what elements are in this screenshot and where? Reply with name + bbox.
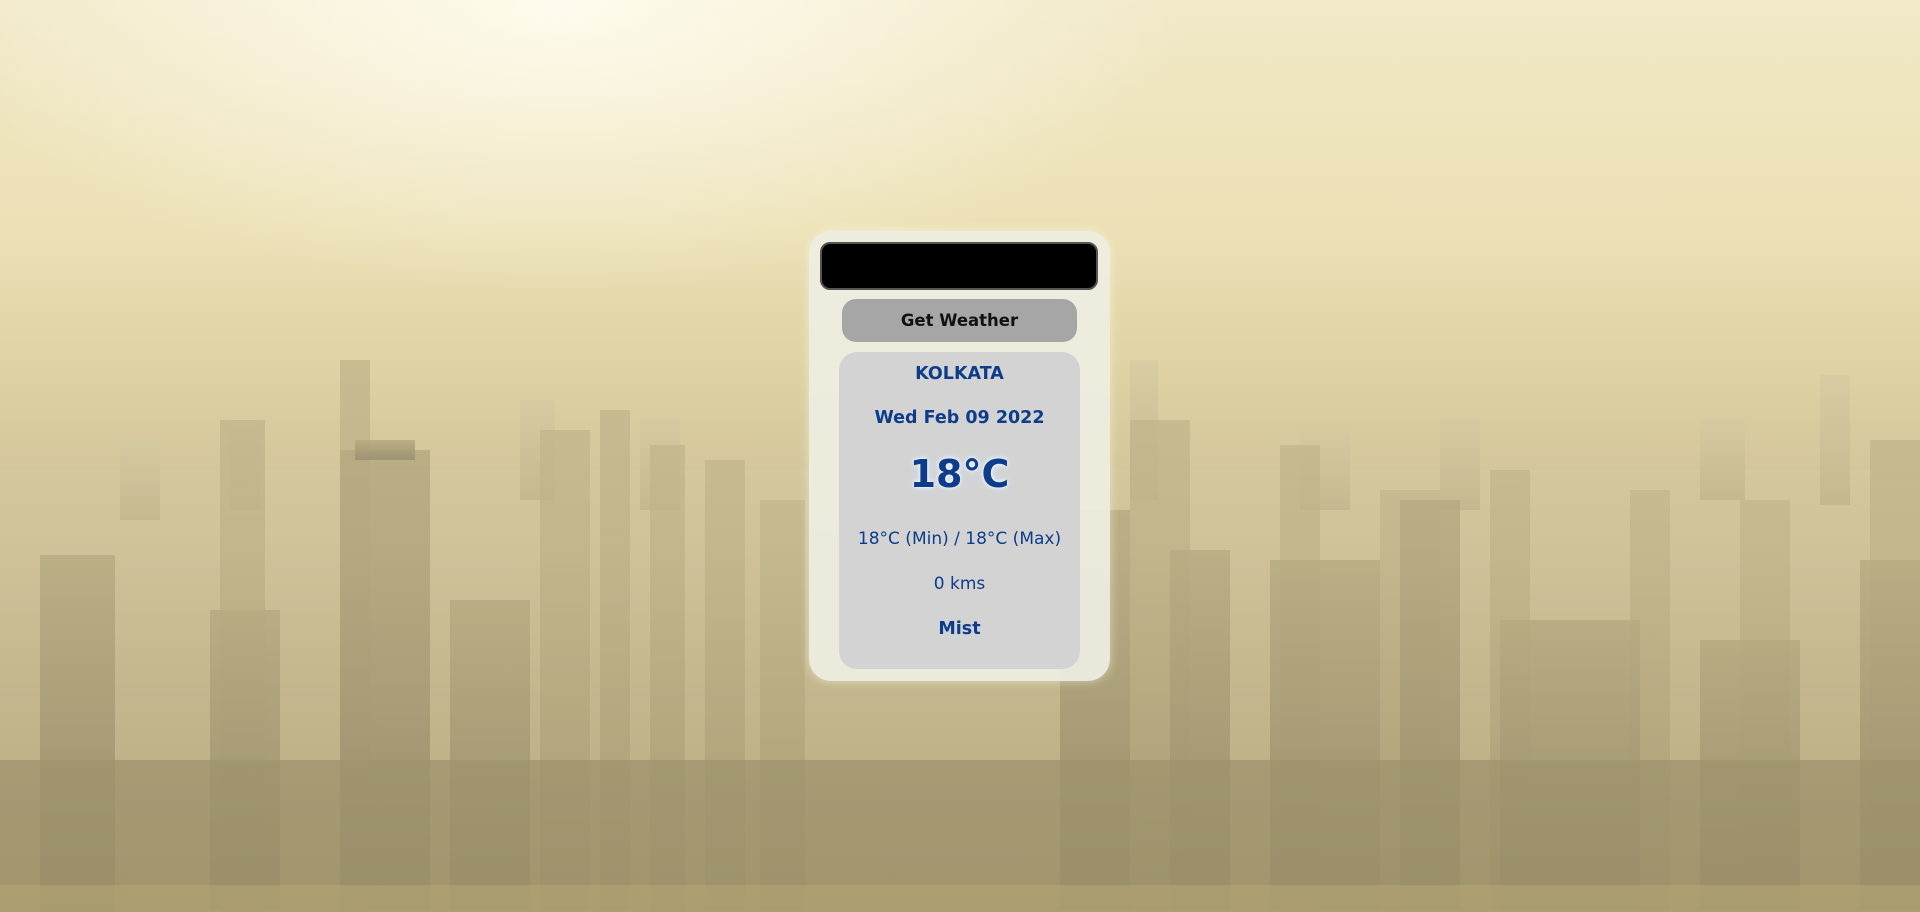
- visibility: 0 kms: [933, 574, 986, 594]
- min-max-temperature: 18°C (Min) / 18°C (Max): [857, 529, 1062, 549]
- weather-info-panel: KOLKATA Wed Feb 09 2022 18°C 18°C (Min) …: [839, 352, 1080, 669]
- city-name: KOLKATA: [915, 364, 1004, 384]
- weather-date: Wed Feb 09 2022: [874, 408, 1045, 428]
- get-weather-button[interactable]: Get Weather: [842, 299, 1077, 342]
- weather-card: Get Weather KOLKATA Wed Feb 09 2022 18°C…: [809, 231, 1110, 681]
- city-search-input[interactable]: [820, 242, 1098, 290]
- weather-description: Mist: [938, 619, 981, 639]
- current-temperature: 18°C: [909, 452, 1010, 496]
